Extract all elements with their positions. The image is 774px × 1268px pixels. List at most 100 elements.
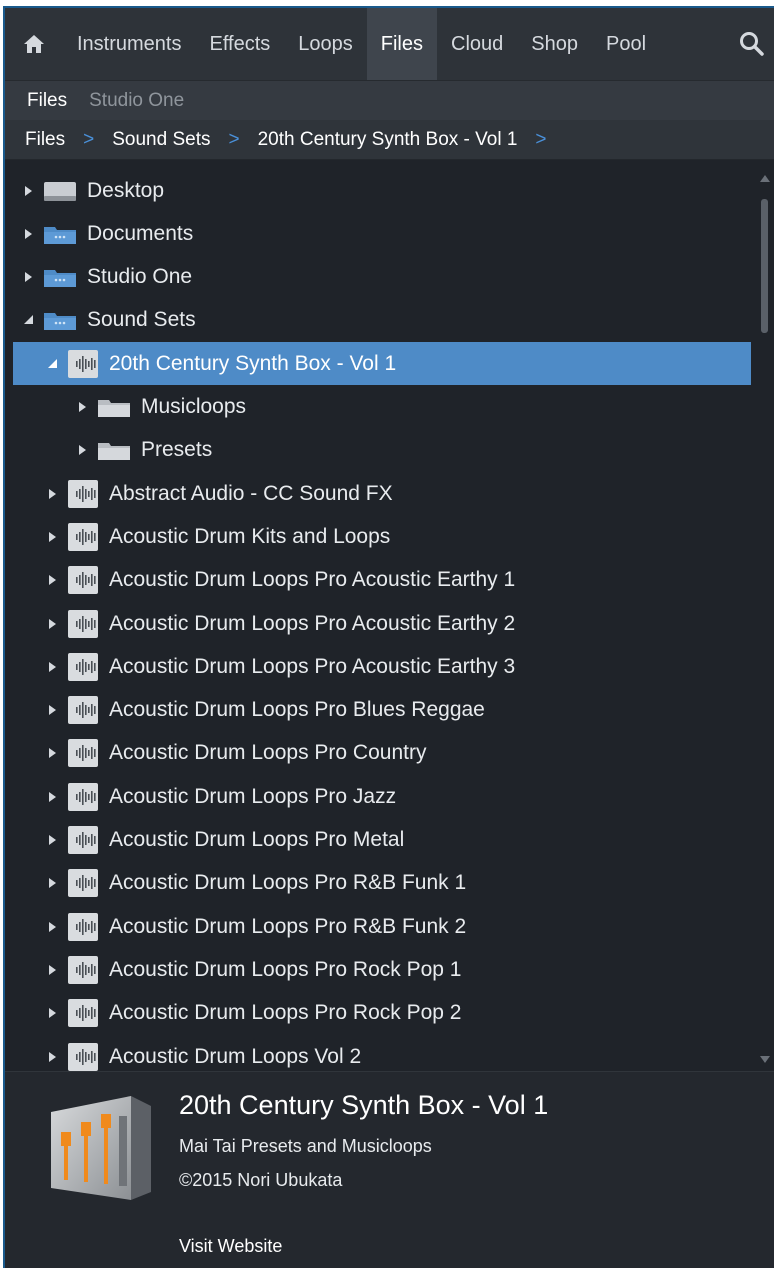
row-icon [67, 998, 99, 1028]
collapsed-arrow-icon [25, 228, 32, 239]
collapsed-arrow-icon [49, 835, 56, 845]
tree-row-label: Acoustic Drum Loops Pro Rock Pop 2 [109, 1001, 462, 1025]
search-button[interactable] [738, 30, 766, 58]
soundset-icon [68, 566, 98, 595]
expand-toggle[interactable] [47, 834, 59, 846]
expand-toggle[interactable] [47, 747, 59, 759]
tab-cloud[interactable]: Cloud [437, 8, 517, 80]
tab-files[interactable]: Files [366, 8, 437, 80]
soundset-icon [68, 955, 98, 984]
folder-icon [44, 313, 76, 331]
expand-toggle[interactable] [47, 921, 59, 933]
tree-row-label: Acoustic Drum Loops Pro Rock Pop 1 [109, 957, 462, 981]
breadcrumb-next-arrow[interactable]: > [535, 129, 546, 151]
collapsed-arrow-icon [49, 748, 56, 759]
scrollbar[interactable] [757, 161, 773, 1071]
expand-toggle[interactable] [77, 444, 89, 456]
expand-toggle[interactable] [47, 791, 59, 803]
tree-row[interactable]: Musicloops [13, 386, 751, 429]
drive-icon [44, 181, 76, 201]
tree-row[interactable]: Acoustic Drum Loops Pro Jazz [13, 775, 751, 818]
expand-toggle[interactable] [47, 704, 59, 716]
collapsed-arrow-icon [25, 185, 32, 196]
source-tab-files[interactable]: Files [5, 90, 67, 112]
soundset-icon [68, 912, 98, 941]
visit-website-link[interactable]: Visit Website [179, 1236, 282, 1257]
scrollbar-thumb[interactable] [761, 199, 768, 333]
expand-toggle[interactable] [23, 314, 35, 326]
row-icon [43, 308, 77, 332]
scroll-down-arrow-icon[interactable] [757, 1053, 773, 1067]
tree-row[interactable]: Acoustic Drum Loops Pro Country [13, 732, 751, 775]
breadcrumb-separator: > [83, 128, 95, 150]
tree-row[interactable]: Acoustic Drum Loops Pro Acoustic Earthy … [13, 645, 751, 688]
tree-row[interactable]: Acoustic Drum Loops Pro Rock Pop 1 [13, 948, 751, 991]
folder-icon [44, 226, 76, 244]
expand-toggle[interactable] [23, 228, 35, 240]
soundset-copyright: ©2015 Nori Ubukata [179, 1170, 343, 1190]
row-icon [43, 222, 77, 246]
collapsed-arrow-icon [49, 488, 56, 499]
expand-toggle[interactable] [47, 358, 59, 370]
tree-row-selected[interactable]: 20th Century Synth Box - Vol 1 [13, 342, 751, 386]
breadcrumb-item[interactable]: 20th Century Synth Box - Vol 1 [258, 129, 518, 151]
source-tab-studio-one[interactable]: Studio One [67, 90, 184, 112]
row-icon [43, 265, 77, 289]
tree-row[interactable]: Acoustic Drum Loops Pro Rock Pop 2 [13, 992, 751, 1035]
tree-row[interactable]: Documents [13, 212, 751, 255]
expand-toggle[interactable] [23, 185, 35, 197]
expand-toggle[interactable] [47, 964, 59, 976]
collapsed-arrow-icon [49, 661, 56, 672]
tree-row-label: Desktop [87, 178, 165, 202]
tree-row-label: Acoustic Drum Loops Pro Country [109, 741, 427, 765]
tree-row-label: Acoustic Drum Loops Pro Acoustic Earthy … [109, 611, 516, 635]
file-tree: Desktop Documents Studio One Sound Sets 20th… [5, 161, 774, 1071]
tree-row[interactable]: Acoustic Drum Loops Pro Metal [13, 819, 751, 862]
soundset-icon [68, 349, 98, 378]
expand-toggle[interactable] [47, 488, 59, 500]
breadcrumb-separator: > [228, 128, 240, 150]
tree-row[interactable]: Acoustic Drum Kits and Loops [13, 515, 751, 558]
tree-row[interactable]: Acoustic Drum Loops Pro Acoustic Earthy … [13, 559, 751, 602]
scroll-up-arrow-icon[interactable] [757, 171, 773, 185]
expand-toggle[interactable] [47, 618, 59, 630]
row-icon [67, 825, 99, 855]
tab-pool[interactable]: Pool [592, 8, 660, 80]
tree-row[interactable]: Presets [13, 429, 751, 472]
tree-row[interactable]: Acoustic Drum Loops Pro Blues Reggae [13, 689, 751, 732]
expand-toggle[interactable] [47, 877, 59, 889]
expand-toggle[interactable] [47, 661, 59, 673]
expand-toggle[interactable] [47, 1007, 59, 1019]
tree-row[interactable]: Sound Sets [13, 299, 751, 342]
folder-icon [98, 443, 130, 461]
top-tab-bar: Instruments Effects Loops Files Cloud Shop Poo… [5, 8, 774, 80]
tree-row[interactable]: Acoustic Drum Loops Pro Acoustic Earthy … [13, 602, 751, 645]
tree-row[interactable]: Desktop [13, 169, 751, 212]
row-icon [67, 868, 99, 898]
tab-shop[interactable]: Shop [517, 8, 592, 80]
tab-list: Instruments Effects Loops Files Cloud Shop Poo… [5, 8, 774, 80]
tree-row[interactable]: Studio One [13, 256, 751, 299]
collapsed-arrow-icon [49, 575, 56, 586]
expanded-arrow-icon [48, 358, 57, 368]
home-button[interactable] [5, 8, 63, 80]
breadcrumb-item[interactable]: Files [25, 129, 65, 151]
tree-row[interactable]: Acoustic Drum Loops Pro R&B Funk 2 [13, 905, 751, 948]
tab-effects[interactable]: Effects [195, 8, 284, 80]
tree-row[interactable]: Acoustic Drum Loops Pro R&B Funk 1 [13, 862, 751, 905]
tab-loops[interactable]: Loops [284, 8, 367, 80]
tree-row[interactable]: Abstract Audio - CC Sound FX [13, 472, 751, 515]
expand-toggle[interactable] [47, 531, 59, 543]
tab-instruments[interactable]: Instruments [63, 8, 195, 80]
expand-toggle[interactable] [23, 271, 35, 283]
collapsed-arrow-icon [49, 921, 56, 932]
search-icon [740, 32, 764, 56]
soundset-icon [68, 652, 98, 681]
expand-toggle[interactable] [77, 401, 89, 413]
expand-toggle[interactable] [47, 1051, 59, 1063]
collapsed-arrow-icon [49, 618, 56, 629]
row-icon [67, 738, 99, 768]
expand-toggle[interactable] [47, 574, 59, 586]
collapsed-arrow-icon [49, 1008, 56, 1019]
breadcrumb-item[interactable]: Sound Sets [112, 129, 210, 151]
